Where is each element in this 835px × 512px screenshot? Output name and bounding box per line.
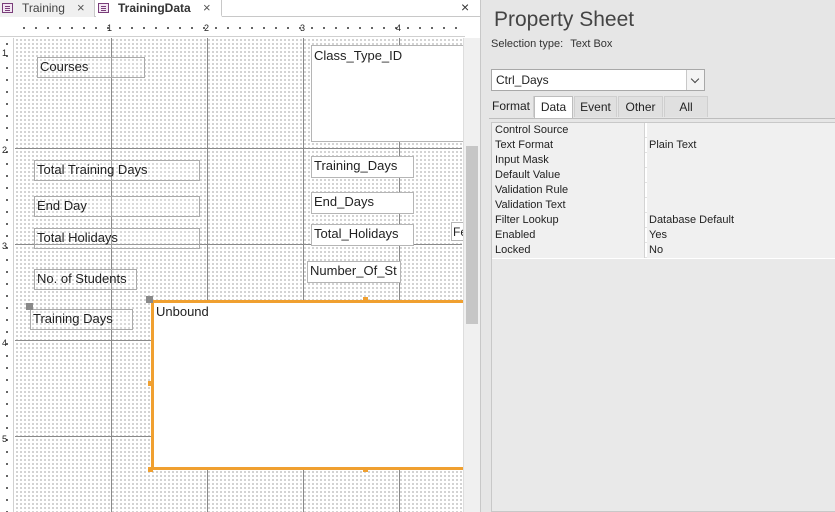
property-grid: Control Source Text Format Plain Text In… <box>491 122 835 512</box>
property-value[interactable] <box>647 198 835 213</box>
design-grid[interactable]: Courses Total Training Days End Day Tota… <box>15 38 471 512</box>
grid-line <box>15 148 462 149</box>
property-name: Filter Lookup <box>492 213 645 228</box>
ruler-mark: 4 <box>396 23 402 33</box>
property-value[interactable]: Yes <box>647 228 835 243</box>
property-value[interactable]: No <box>647 243 835 258</box>
property-row[interactable]: Text Format Plain Text <box>492 138 835 153</box>
field-class-type-id[interactable]: Class_Type_ID <box>311 45 463 142</box>
property-name: Text Format <box>492 138 645 153</box>
form-icon <box>2 3 13 13</box>
property-grid-empty-area <box>492 259 835 511</box>
tab-label: TrainingData <box>118 1 191 15</box>
label-total-holidays[interactable]: Total Holidays <box>34 228 200 249</box>
selection-type-value: Text Box <box>570 38 613 50</box>
property-row[interactable]: Locked No <box>492 243 835 258</box>
property-value[interactable]: Plain Text <box>647 138 835 153</box>
property-value[interactable]: Database Default <box>647 213 835 228</box>
field-total-holidays[interactable]: Total_Holidays <box>311 224 414 246</box>
field-training-days[interactable]: Training_Days <box>311 156 414 178</box>
tab-label: Training <box>22 1 65 15</box>
move-handle-label[interactable] <box>26 303 33 310</box>
form-icon <box>98 3 109 13</box>
tab-event[interactable]: Event <box>574 96 617 117</box>
property-sheet-title: Property Sheet <box>494 8 635 31</box>
unbound-text: Unbound <box>156 304 209 319</box>
property-row[interactable]: Input Mask <box>492 153 835 168</box>
tab-all[interactable]: All <box>664 96 708 117</box>
selected-control-value: Ctrl_Days <box>496 73 549 87</box>
property-row[interactable]: Enabled Yes <box>492 228 835 243</box>
resize-handle-bottom[interactable] <box>363 467 368 472</box>
form-designer-pane: Training × TrainingData × × 1 2 3 4 1 2 … <box>0 0 480 512</box>
label-training-days[interactable]: Training Days <box>30 309 133 330</box>
property-name: Default Value <box>492 168 645 183</box>
selection-type: Selection type: Text Box <box>491 38 612 50</box>
field-number-of-students[interactable]: Number_Of_St <box>307 261 401 283</box>
tab-format[interactable]: Format <box>489 96 534 117</box>
selection-type-label: Selection type: <box>491 38 564 50</box>
property-value[interactable] <box>647 153 835 168</box>
label-courses[interactable]: Courses <box>37 57 145 78</box>
property-sheet-panel: Property Sheet Selection type: Text Box … <box>480 0 835 512</box>
close-pane-button[interactable]: × <box>461 0 469 15</box>
property-row[interactable]: Validation Rule <box>492 183 835 198</box>
property-name: Validation Rule <box>492 183 645 198</box>
vertical-scrollbar[interactable] <box>463 38 480 512</box>
ruler-mark: 2 <box>204 23 210 33</box>
ruler-mark: 4 <box>2 338 8 348</box>
property-row[interactable]: Filter Lookup Database Default <box>492 213 835 228</box>
tab-divider <box>489 118 835 119</box>
document-tab-trainingdata[interactable]: TrainingData × <box>96 0 222 17</box>
horizontal-ruler: 1 2 3 4 <box>0 20 465 37</box>
property-row[interactable]: Validation Text <box>492 198 835 213</box>
scrollbar-thumb[interactable] <box>466 146 478 324</box>
property-name: Control Source <box>492 123 645 138</box>
resize-handle-top[interactable] <box>363 297 368 302</box>
property-row[interactable]: Default Value <box>492 168 835 183</box>
document-tab-bar: Training × TrainingData × × <box>0 0 480 17</box>
label-end-day[interactable]: End Day <box>34 196 200 217</box>
property-row[interactable]: Control Source <box>492 123 835 138</box>
unbound-text-box-selected[interactable]: Unbound <box>151 300 471 470</box>
ruler-mark: 3 <box>300 23 306 33</box>
close-icon[interactable]: × <box>77 0 85 16</box>
field-end-days[interactable]: End_Days <box>311 192 414 214</box>
property-value[interactable] <box>647 168 835 183</box>
ruler-mark: 5 <box>2 434 8 444</box>
control-selector-dropdown[interactable]: Ctrl_Days <box>491 69 705 91</box>
tab-other[interactable]: Other <box>618 96 663 117</box>
vertical-ruler: 1 2 3 4 5 <box>0 38 14 512</box>
move-handle-textbox[interactable] <box>146 296 153 303</box>
tab-data[interactable]: Data <box>534 96 573 118</box>
label-no-of-students[interactable]: No. of Students <box>34 269 137 290</box>
ruler-mark: 2 <box>2 145 8 155</box>
close-icon[interactable]: × <box>203 0 211 16</box>
ruler-mark: 1 <box>2 48 8 58</box>
label-total-training-days[interactable]: Total Training Days <box>34 160 200 181</box>
property-value[interactable] <box>647 123 835 138</box>
ruler-mark: 1 <box>107 23 113 33</box>
document-tab-training[interactable]: Training × <box>0 0 95 17</box>
property-name: Input Mask <box>492 153 645 168</box>
property-tabs: Format Data Event Other All <box>489 96 829 118</box>
property-name: Enabled <box>492 228 645 243</box>
property-name: Validation Text <box>492 198 645 213</box>
resize-handle-left[interactable] <box>148 381 153 386</box>
ruler-mark: 3 <box>2 241 8 251</box>
property-name: Locked <box>492 243 645 258</box>
chevron-down-icon[interactable] <box>686 70 704 90</box>
resize-handle-bottom-left[interactable] <box>148 467 153 472</box>
property-value[interactable] <box>647 183 835 198</box>
